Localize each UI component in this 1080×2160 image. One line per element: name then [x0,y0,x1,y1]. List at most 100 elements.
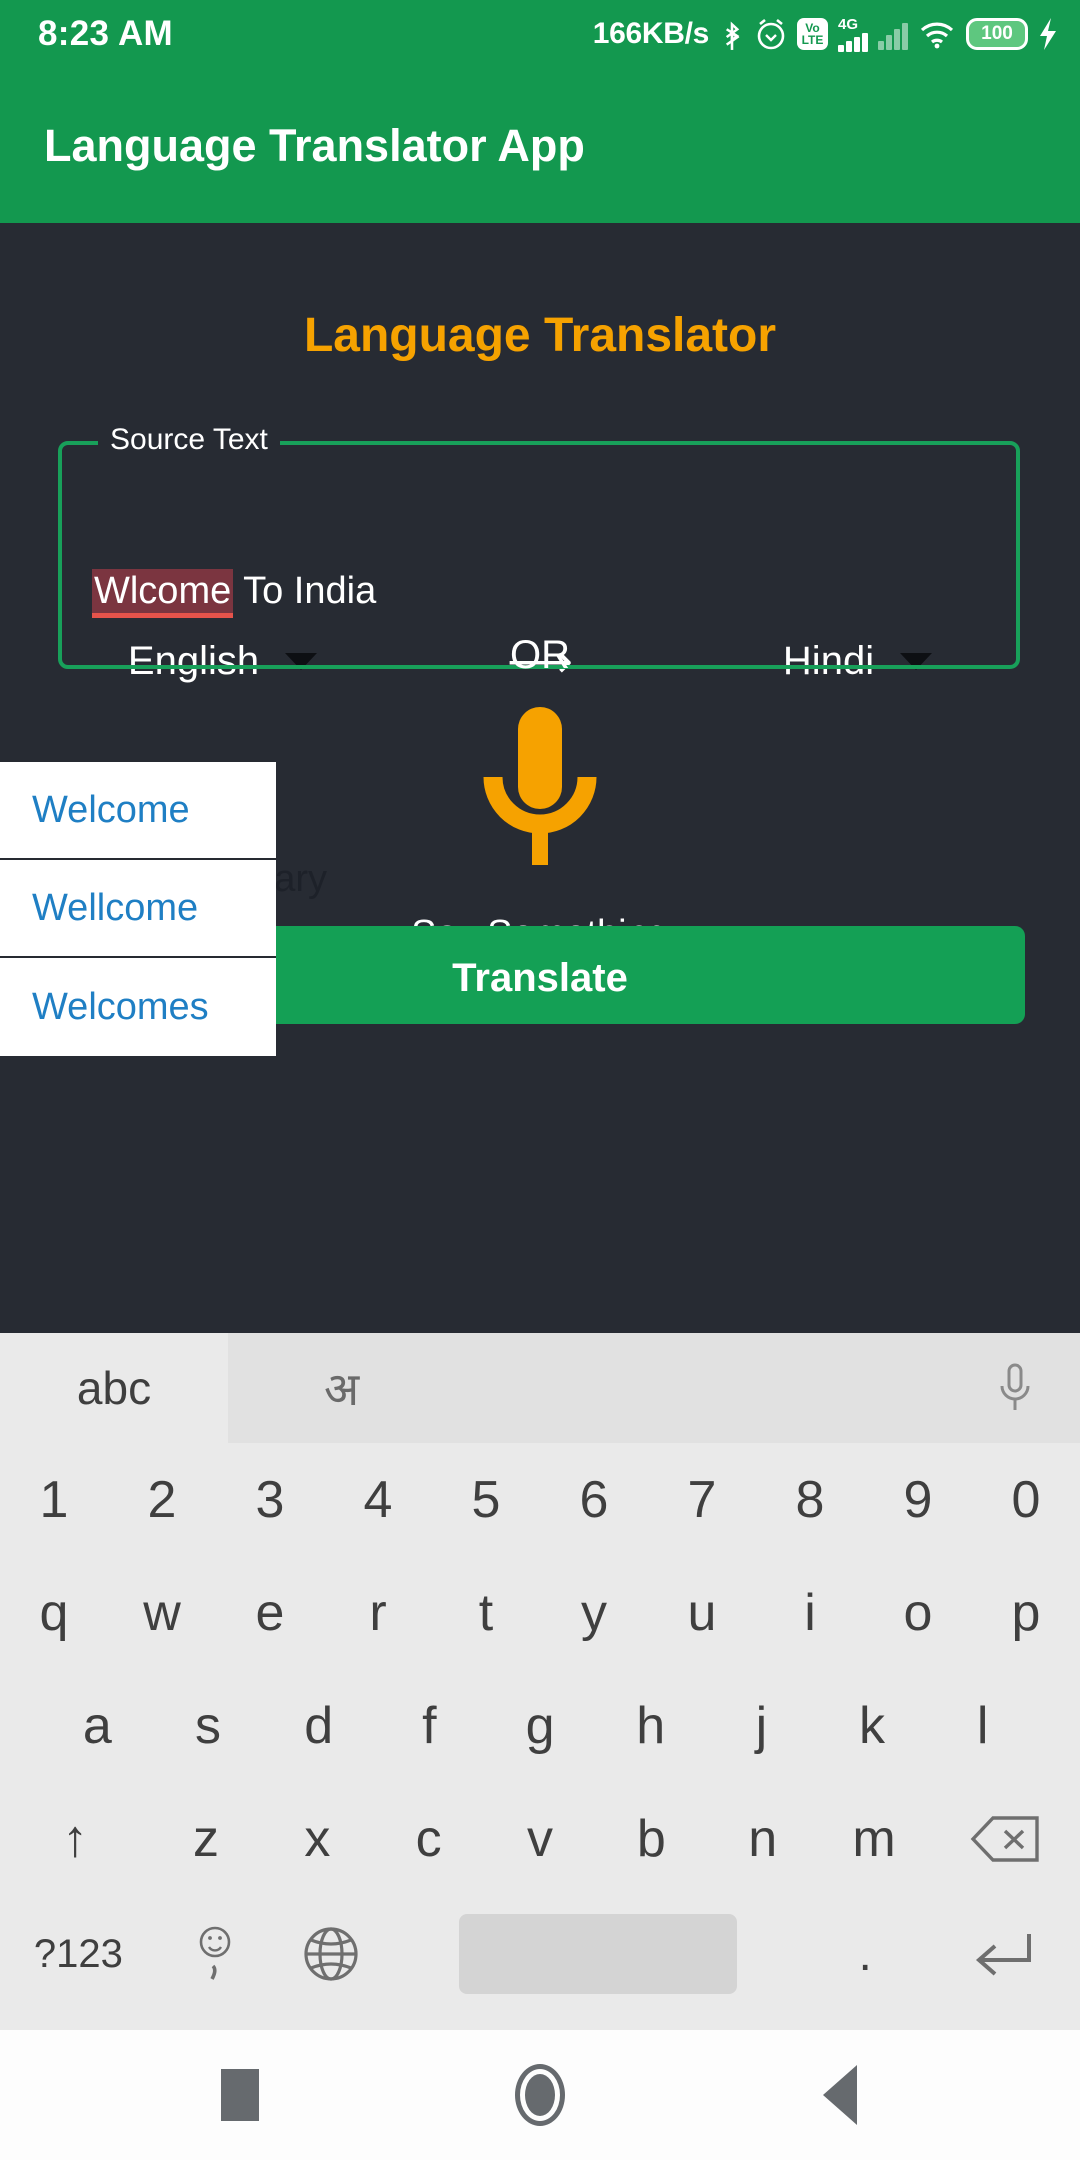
key-backspace[interactable] [930,1814,1080,1864]
lte-label: 4G [838,15,859,33]
key-d[interactable]: d [263,1696,374,1756]
soft-keyboard: abc अ 1 2 3 4 5 6 7 8 9 0 q w e r t y u … [0,1333,1080,2030]
keyboard-row-home: a s d f g h j k l [0,1669,1080,1782]
key-space[interactable] [389,1914,807,1994]
key-o[interactable]: o [864,1583,972,1643]
key-8[interactable]: 8 [756,1470,864,1530]
keyboard-voice-button[interactable] [950,1333,1080,1443]
page-title: Language Translator [303,309,777,362]
key-s[interactable]: s [153,1696,264,1756]
key-0[interactable]: 0 [972,1470,1080,1530]
mobile-signal-1-icon: 4G [838,17,868,52]
keyboard-row-numbers: 1 2 3 4 5 6 7 8 9 0 [0,1443,1080,1556]
suggestion-label: Wellcome [32,886,199,929]
globe-icon [304,1927,358,1981]
key-enter[interactable] [923,1928,1080,1980]
spacebar-surface [459,1914,738,1994]
nav-recents-button[interactable] [90,2069,390,2121]
key-h[interactable]: h [595,1696,706,1756]
key-1[interactable]: 1 [0,1470,108,1530]
key-y[interactable]: y [540,1583,648,1643]
key-c[interactable]: c [373,1809,484,1869]
enter-icon [975,1934,1031,1976]
keyboard-tab-devanagari[interactable]: अ [228,1333,950,1443]
spell-suggestion-popup: Welcome Wellcome Welcomes [0,760,276,1056]
key-2[interactable]: 2 [108,1470,216,1530]
suggestion-label: Welcomes [32,985,209,1028]
backspace-icon [970,1815,1039,1862]
key-shift[interactable]: ↑ [0,1809,150,1869]
key-k[interactable]: k [817,1696,928,1756]
keyboard-row-top: q w e r t y u i o p [0,1556,1080,1669]
key-x[interactable]: x [262,1809,373,1869]
key-z[interactable]: z [150,1809,261,1869]
key-l[interactable]: l [927,1696,1038,1756]
key-i[interactable]: i [756,1583,864,1643]
key-9[interactable]: 9 [864,1470,972,1530]
keyboard-tab-latin[interactable]: abc [0,1333,228,1443]
key-m[interactable]: m [818,1809,929,1869]
key-v[interactable]: v [484,1809,595,1869]
key-period[interactable]: . [807,1927,923,1982]
key-g[interactable]: g [485,1696,596,1756]
home-circle-inner [525,2074,555,2116]
key-7[interactable]: 7 [648,1470,756,1530]
source-text-value: Wlcome To India [92,569,377,618]
key-b[interactable]: b [596,1809,707,1869]
key-f[interactable]: f [374,1696,485,1756]
emoji-comma-icon [199,1926,231,1980]
recents-square-icon [221,2069,259,2121]
key-a[interactable]: a [42,1696,153,1756]
phone-screen: 8:23 AM 166KB/s Vo LTE 4G 100 Language T… [0,0,1080,2160]
status-clock: 8:23 AM [38,14,174,53]
app-bar: Language Translator App [0,68,1080,223]
key-3[interactable]: 3 [216,1470,324,1530]
key-j[interactable]: j [706,1696,817,1756]
key-4[interactable]: 4 [324,1470,432,1530]
list-item[interactable]: Welcome [0,762,276,860]
microphone-icon [483,707,597,865]
source-text-legend: Source Text [98,423,280,457]
suggestion-label: Welcome [32,788,190,831]
volte-bottom-label: LTE [801,33,824,47]
app-bar-title: Language Translator App [44,119,585,171]
status-bar: 8:23 AM 166KB/s Vo LTE 4G 100 [0,0,1080,68]
key-q[interactable]: q [0,1583,108,1643]
back-triangle-icon [823,2065,857,2125]
key-e[interactable]: e [216,1583,324,1643]
list-item[interactable]: Wellcome [0,860,276,958]
system-navigation-bar [0,2030,1080,2160]
alarm-icon [755,17,787,51]
key-p[interactable]: p [972,1583,1080,1643]
volte-icon: Vo LTE [797,18,828,50]
keyboard-row-shift: ↑ z x c v b n m [0,1782,1080,1895]
key-w[interactable]: w [108,1583,216,1643]
battery-level-label: 100 [981,23,1013,44]
wifi-icon [918,18,956,50]
key-6[interactable]: 6 [540,1470,648,1530]
misspelled-word[interactable]: Wlcome [92,569,234,618]
key-symbols[interactable]: ?123 [0,1932,157,1977]
key-5[interactable]: 5 [432,1470,540,1530]
nav-home-button[interactable] [390,2064,690,2126]
keyboard-toolbar: abc अ [0,1333,1080,1443]
or-separator-label: OR [510,633,570,677]
status-icon-tray: 166KB/s Vo LTE 4G 100 [593,17,1058,52]
translate-button-label: Translate [452,956,628,1000]
nav-back-button[interactable] [690,2065,990,2125]
key-language-switch[interactable] [273,1924,389,1984]
charging-bolt-icon [1038,17,1058,51]
key-emoji[interactable] [157,1922,273,1986]
microphone-icon [1000,1363,1030,1410]
bluetooth-icon [719,17,745,51]
network-speed-label: 166KB/s [592,17,710,50]
key-t[interactable]: t [432,1583,540,1643]
key-r[interactable]: r [324,1583,432,1643]
keyboard-row-bottom: ?123 . [0,1895,1080,2013]
key-u[interactable]: u [648,1583,756,1643]
list-item[interactable]: Welcomes [0,958,276,1056]
key-n[interactable]: n [707,1809,818,1869]
home-circle-icon [515,2064,565,2126]
source-text-remainder: To India [233,570,377,612]
battery-icon: 100 [966,18,1028,50]
